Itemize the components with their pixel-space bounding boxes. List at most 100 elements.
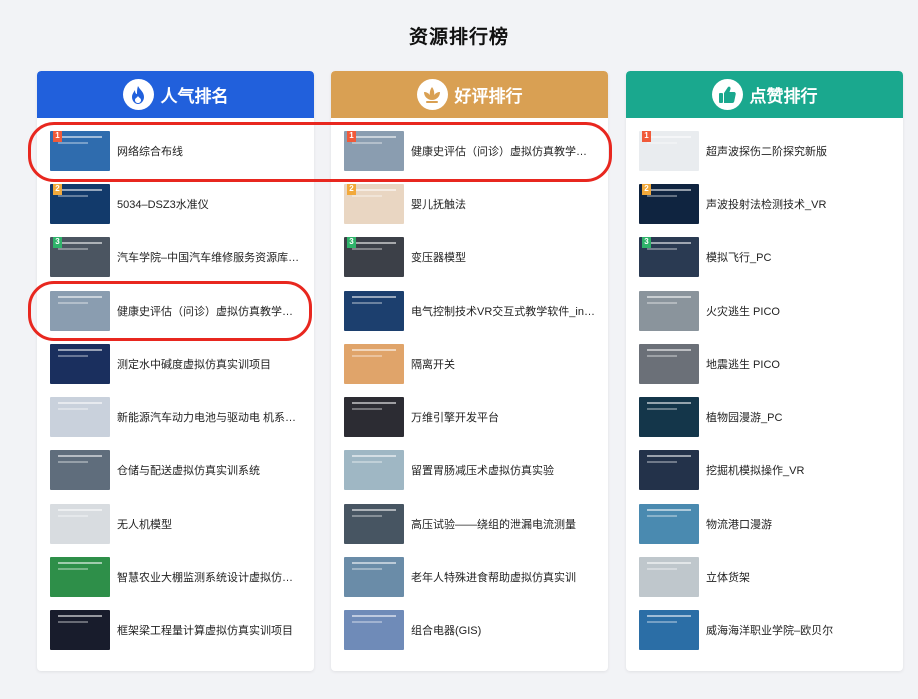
resource-thumbnail[interactable]: 3 xyxy=(50,237,110,278)
resource-title[interactable]: 电气控制技术VR交互式教学软件_inS… xyxy=(411,303,596,319)
resource-thumbnail[interactable] xyxy=(344,503,404,544)
ranking-item[interactable]: 框架梁工程量计算虚拟仿真实训项目 xyxy=(37,604,314,657)
ranking-item[interactable]: 隔离开关 xyxy=(331,337,608,390)
resource-thumbnail[interactable] xyxy=(344,343,404,384)
resource-thumbnail[interactable] xyxy=(50,610,110,651)
resource-title[interactable]: 无人机模型 xyxy=(117,516,302,532)
ranking-item[interactable]: 电气控制技术VR交互式教学软件_inS… xyxy=(331,284,608,337)
ranking-item[interactable]: 立体货架 xyxy=(626,550,903,603)
rank-badge: 1 xyxy=(347,130,356,142)
ranking-card-likes: 点赞排行 1 超声波探伤二阶探究新版 2 声波投射法检测技术_VR 3 模拟飞行_PC 火灾逃… xyxy=(626,71,903,671)
rank-badge: 1 xyxy=(53,130,62,142)
ranking-item[interactable]: 仓储与配送虚拟仿真实训系统 xyxy=(37,444,314,497)
ranking-item[interactable]: 留置胃肠减压术虚拟仿真实验 xyxy=(331,444,608,497)
ranking-item[interactable]: 智慧农业大棚监测系统设计虚拟仿真… xyxy=(37,550,314,603)
resource-thumbnail[interactable] xyxy=(639,557,699,598)
rank-badge: 2 xyxy=(53,183,62,195)
resource-thumbnail[interactable] xyxy=(50,290,110,331)
resource-title[interactable]: 模拟飞行_PC xyxy=(706,249,891,265)
resource-title[interactable]: 5034–DSZ3水准仪 xyxy=(117,196,302,212)
resource-title[interactable]: 变压器模型 xyxy=(411,249,596,265)
ranking-item[interactable]: 健康史评估（问诊）虚拟仿真教学系统 xyxy=(37,284,314,337)
resource-title[interactable]: 婴儿抚触法 xyxy=(411,196,596,212)
resource-thumbnail[interactable] xyxy=(344,290,404,331)
ranking-item[interactable]: 物流港口漫游 xyxy=(626,497,903,550)
resource-title[interactable]: 威海海洋职业学院–欧贝尔 xyxy=(706,622,891,638)
resource-thumbnail[interactable] xyxy=(639,397,699,438)
resource-thumbnail[interactable]: 1 xyxy=(639,130,699,171)
resource-title[interactable]: 植物园漫游_PC xyxy=(706,409,891,425)
ranking-item[interactable]: 植物园漫游_PC xyxy=(626,390,903,443)
resource-thumbnail[interactable] xyxy=(344,397,404,438)
resource-title[interactable]: 测定水中碱度虚拟仿真实训项目 xyxy=(117,356,302,372)
lotus-icon xyxy=(416,79,448,110)
resource-title[interactable]: 留置胃肠减压术虚拟仿真实验 xyxy=(411,462,596,478)
resource-thumbnail[interactable]: 1 xyxy=(50,130,110,171)
ranking-item[interactable]: 高压试验——绕组的泄漏电流测量 xyxy=(331,497,608,550)
resource-title[interactable]: 智慧农业大棚监测系统设计虚拟仿真… xyxy=(117,569,302,585)
resource-title[interactable]: 新能源汽车动力电池与驱动电 机系… xyxy=(117,409,302,425)
resource-thumbnail[interactable] xyxy=(639,343,699,384)
card-header-likes[interactable]: 点赞排行 xyxy=(626,71,903,118)
resource-thumbnail[interactable] xyxy=(344,610,404,651)
resource-title[interactable]: 高压试验——绕组的泄漏电流测量 xyxy=(411,516,596,532)
resource-title[interactable]: 汽车学院–中国汽车维修服务资源库–… xyxy=(117,249,302,265)
ranking-item[interactable]: 3 模拟飞行_PC xyxy=(626,231,903,284)
rank-badge: 2 xyxy=(642,183,651,195)
ranking-item[interactable]: 地震逃生 PICO xyxy=(626,337,903,390)
ranking-item[interactable]: 无人机模型 xyxy=(37,497,314,550)
ranking-item[interactable]: 挖掘机模拟操作_VR xyxy=(626,444,903,497)
resource-title[interactable]: 健康史评估（问诊）虚拟仿真教学系统 xyxy=(411,143,596,159)
ranking-item[interactable]: 测定水中碱度虚拟仿真实训项目 xyxy=(37,337,314,390)
rank-badge: 3 xyxy=(347,237,356,249)
resource-thumbnail[interactable]: 2 xyxy=(344,183,404,224)
card-header-rating[interactable]: 好评排行 xyxy=(331,71,608,118)
resource-thumbnail[interactable] xyxy=(50,450,110,491)
ranking-item[interactable]: 威海海洋职业学院–欧贝尔 xyxy=(626,604,903,657)
ranking-item[interactable]: 2 声波投射法检测技术_VR xyxy=(626,177,903,230)
ranking-item[interactable]: 新能源汽车动力电池与驱动电 机系… xyxy=(37,390,314,443)
resource-thumbnail[interactable] xyxy=(639,290,699,331)
resource-title[interactable]: 火灾逃生 PICO xyxy=(706,303,891,319)
resource-title[interactable]: 组合电器(GIS) xyxy=(411,622,596,638)
resource-thumbnail[interactable]: 2 xyxy=(639,183,699,224)
ranking-item[interactable]: 3 汽车学院–中国汽车维修服务资源库–… xyxy=(37,231,314,284)
card-header-popularity[interactable]: 人气排名 xyxy=(37,71,314,118)
ranking-item[interactable]: 2 婴儿抚触法 xyxy=(331,177,608,230)
resource-title[interactable]: 挖掘机模拟操作_VR xyxy=(706,462,891,478)
resource-title[interactable]: 框架梁工程量计算虚拟仿真实训项目 xyxy=(117,622,302,638)
ranking-item[interactable]: 1 网络综合布线 xyxy=(37,124,314,177)
resource-thumbnail[interactable]: 2 xyxy=(50,183,110,224)
resource-thumbnail[interactable] xyxy=(50,343,110,384)
ranking-item[interactable]: 组合电器(GIS) xyxy=(331,604,608,657)
resource-thumbnail[interactable] xyxy=(344,557,404,598)
resource-title[interactable]: 万维引擎开发平台 xyxy=(411,409,596,425)
resource-thumbnail[interactable]: 3 xyxy=(344,237,404,278)
resource-thumbnail[interactable] xyxy=(639,610,699,651)
resource-thumbnail[interactable]: 3 xyxy=(639,237,699,278)
resource-title[interactable]: 超声波探伤二阶探究新版 xyxy=(706,143,891,159)
ranking-item[interactable]: 万维引擎开发平台 xyxy=(331,390,608,443)
resource-thumbnail[interactable] xyxy=(50,557,110,598)
resource-title[interactable]: 物流港口漫游 xyxy=(706,516,891,532)
ranking-item[interactable]: 1 健康史评估（问诊）虚拟仿真教学系统 xyxy=(331,124,608,177)
ranking-item[interactable]: 2 5034–DSZ3水准仪 xyxy=(37,177,314,230)
resource-thumbnail[interactable]: 1 xyxy=(344,130,404,171)
ranking-item[interactable]: 3 变压器模型 xyxy=(331,231,608,284)
resource-thumbnail[interactable] xyxy=(50,397,110,438)
ranking-item[interactable]: 火灾逃生 PICO xyxy=(626,284,903,337)
resource-thumbnail[interactable] xyxy=(50,503,110,544)
resource-title[interactable]: 健康史评估（问诊）虚拟仿真教学系统 xyxy=(117,303,302,319)
ranking-item[interactable]: 老年人特殊进食帮助虚拟仿真实训 xyxy=(331,550,608,603)
ranking-item[interactable]: 1 超声波探伤二阶探究新版 xyxy=(626,124,903,177)
resource-thumbnail[interactable] xyxy=(344,450,404,491)
resource-title[interactable]: 地震逃生 PICO xyxy=(706,356,891,372)
resource-thumbnail[interactable] xyxy=(639,450,699,491)
resource-thumbnail[interactable] xyxy=(639,503,699,544)
resource-title[interactable]: 隔离开关 xyxy=(411,356,596,372)
resource-title[interactable]: 声波投射法检测技术_VR xyxy=(706,196,891,212)
resource-title[interactable]: 老年人特殊进食帮助虚拟仿真实训 xyxy=(411,569,596,585)
resource-title[interactable]: 仓储与配送虚拟仿真实训系统 xyxy=(117,462,302,478)
resource-title[interactable]: 立体货架 xyxy=(706,569,891,585)
resource-title[interactable]: 网络综合布线 xyxy=(117,143,302,159)
